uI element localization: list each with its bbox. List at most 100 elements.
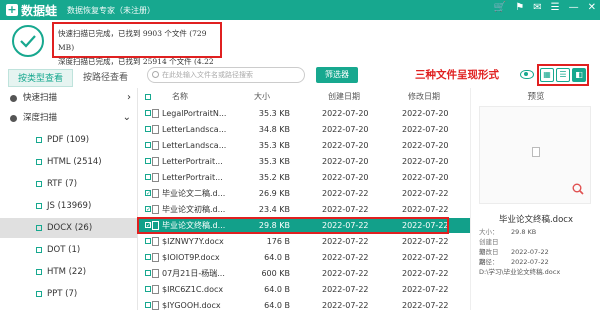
- file-modified: 2022-07-20: [402, 173, 449, 182]
- app-name: 数据蛙: [21, 3, 58, 18]
- table-row[interactable]: LetterPortrait... 35.2 KB 2022-07-20 2022-0…: [138, 170, 470, 185]
- file-created: 2022-07-22: [322, 189, 369, 198]
- file-modified: 2022-07-22: [402, 221, 449, 230]
- tree-deep-scan[interactable]: 深度扫描 ⌄: [0, 108, 137, 128]
- row-checkbox[interactable]: [145, 302, 151, 308]
- tree-item-docx[interactable]: DOCX (26): [0, 218, 137, 238]
- file-name: $IOIOT9P.docx: [162, 253, 220, 262]
- filter-button[interactable]: 筛选器: [316, 67, 358, 83]
- table-row[interactable]: LetterLandsca... 34.8 KB 2022-07-20 2022-07…: [138, 122, 470, 137]
- tab-by-type[interactable]: 按类型查看: [8, 69, 74, 87]
- checkbox[interactable]: [36, 159, 42, 165]
- file-created: 2022-07-20: [322, 141, 369, 150]
- table-row[interactable]: $IYGOOH.docx 64.0 B 2022-07-22 2022-07-22: [138, 298, 470, 313]
- preview-title: 预览: [527, 92, 545, 102]
- file-created: 2022-07-22: [322, 285, 369, 294]
- modified-value: 2022-07-22: [511, 258, 549, 266]
- annotation-label: 三种文件呈现形式: [415, 69, 499, 81]
- table-row[interactable]: ✓ 毕业论文终稿.d... 29.8 KB 2022-07-22 2022-07-22: [137, 217, 470, 234]
- search-icon: [152, 71, 159, 78]
- tree-quick-scan[interactable]: 快速扫描 ›: [0, 88, 137, 108]
- chevron-down-icon[interactable]: ⌄: [123, 108, 131, 128]
- file-created: 2022-07-22: [322, 205, 369, 214]
- table-row[interactable]: LetterLandsca... 35.3 KB 2022-07-20 2022-07…: [138, 138, 470, 153]
- row-checkbox[interactable]: [145, 270, 151, 276]
- grid-view-icon[interactable]: ▦: [540, 68, 554, 82]
- file-icon: [152, 221, 159, 230]
- header-modified[interactable]: 修改日期: [408, 88, 468, 106]
- tree-item-dot[interactable]: DOT (1): [0, 240, 137, 260]
- row-checkbox[interactable]: [145, 238, 151, 244]
- file-modified: 2022-07-22: [402, 269, 449, 278]
- table-header: 名称 大小 创建日期 修改日期: [138, 88, 470, 106]
- tree-item-html[interactable]: HTML (2514): [0, 152, 137, 172]
- checkbox[interactable]: [36, 137, 42, 143]
- select-all-checkbox[interactable]: [145, 94, 151, 100]
- row-checkbox[interactable]: ✓: [145, 222, 151, 229]
- row-checkbox[interactable]: [145, 174, 151, 180]
- tree-item-js[interactable]: JS (13969): [0, 196, 137, 216]
- tab-by-path[interactable]: 按路径查看: [74, 69, 137, 87]
- tree-item-label: HTM (22): [47, 267, 87, 277]
- checkbox[interactable]: [36, 181, 42, 187]
- tree-item-rtf[interactable]: RTF (7): [0, 174, 137, 194]
- list-view-icon[interactable]: ☰: [556, 68, 570, 82]
- checkbox[interactable]: [36, 291, 42, 297]
- close-button[interactable]: ✕: [588, 2, 596, 13]
- file-size: 29.8 KB: [258, 221, 290, 230]
- file-icon: [152, 205, 159, 214]
- detail-view-icon[interactable]: ◧: [572, 68, 586, 82]
- table-row[interactable]: LetterPortrait... 35.3 KB 2022-07-20 2022-0…: [138, 154, 470, 169]
- tree-quick-scan-label: 快速扫描: [23, 93, 58, 103]
- table-row[interactable]: ✓ 毕业论文二稿.d... 26.9 KB 2022-07-22 2022-07-22: [138, 186, 470, 201]
- table-row[interactable]: ✓ 毕业论文初稿.d... 23.4 KB 2022-07-22 2022-07-22: [138, 202, 470, 217]
- file-size: 26.9 KB: [258, 189, 290, 198]
- search-input[interactable]: 在此处输入文件名或路径搜索: [147, 67, 305, 83]
- checkbox[interactable]: [36, 225, 42, 231]
- row-checkbox[interactable]: [145, 142, 151, 148]
- flag-icon[interactable]: ⚑: [515, 2, 524, 13]
- tree-item-pdf[interactable]: PDF (109): [0, 130, 137, 150]
- file-created: 2022-07-22: [322, 253, 369, 262]
- row-checkbox[interactable]: [145, 254, 151, 260]
- table-row[interactable]: LegalPortraitN... 35.3 KB 2022-07-20 2022-0…: [138, 106, 470, 121]
- cart-icon[interactable]: 🛒: [494, 2, 506, 13]
- checkbox[interactable]: [36, 269, 42, 275]
- table-row[interactable]: $IRC6Z1C.docx 64.0 B 2022-07-22 2022-07-22: [138, 282, 470, 297]
- row-checkbox[interactable]: [145, 110, 151, 116]
- node-dot-icon: [10, 114, 17, 122]
- file-icon: [152, 253, 159, 262]
- file-created: 2022-07-22: [322, 269, 369, 278]
- row-checkbox[interactable]: [145, 126, 151, 132]
- tree-item-label: PDF (109): [47, 135, 90, 145]
- zoom-icon[interactable]: [572, 183, 584, 195]
- file-name: 毕业论文二稿.d...: [162, 189, 226, 198]
- menu-icon[interactable]: ☰: [551, 2, 560, 13]
- toolbar: 按类型查看 按路径查看 在此处输入文件名或路径搜索 筛选器 三种文件呈现形式 ▦…: [0, 62, 600, 88]
- table-row[interactable]: 07月21日-杨瑞... 600 KB 2022-07-22 2022-07-22: [138, 266, 470, 281]
- file-modified: 2022-07-22: [402, 253, 449, 262]
- tree-item-htm[interactable]: HTM (22): [0, 262, 137, 282]
- chevron-right-icon[interactable]: ›: [127, 88, 131, 108]
- title-bar: + 数据蛙 数据恢复专家（未注册） 🛒 ⚑ ✉ ☰ — ✕: [0, 0, 600, 20]
- eye-icon[interactable]: [520, 70, 534, 79]
- table-row[interactable]: $IZNWY7Y.docx 176 B 2022-07-22 2022-07-22: [138, 234, 470, 249]
- view-mode-switcher: ▦ ☰ ◧: [537, 64, 589, 86]
- header-size[interactable]: 大小: [224, 88, 270, 106]
- checkbox[interactable]: [36, 247, 42, 253]
- file-icon: [152, 109, 159, 118]
- tree-item-ppt[interactable]: PPT (7): [0, 284, 137, 304]
- row-checkbox[interactable]: [145, 158, 151, 164]
- file-size: 64.0 B: [264, 285, 290, 294]
- row-checkbox[interactable]: [145, 286, 151, 292]
- header-created[interactable]: 创建日期: [328, 88, 388, 106]
- checkbox[interactable]: [36, 203, 42, 209]
- quick-scan-status: 快速扫描已完成，已找到 9903 个文件 (729 MB): [58, 29, 207, 52]
- preview-filename: 毕业论文终稿.docx: [498, 215, 573, 225]
- table-row[interactable]: $IOIOT9P.docx 64.0 B 2022-07-22 2022-07-22: [138, 250, 470, 265]
- minimize-button[interactable]: —: [569, 2, 579, 13]
- row-checkbox[interactable]: ✓: [145, 206, 151, 213]
- row-checkbox[interactable]: ✓: [145, 190, 151, 197]
- file-table: 名称 大小 创建日期 修改日期 LegalPortraitN... 35.3 KB…: [137, 88, 470, 313]
- mail-icon[interactable]: ✉: [533, 2, 541, 13]
